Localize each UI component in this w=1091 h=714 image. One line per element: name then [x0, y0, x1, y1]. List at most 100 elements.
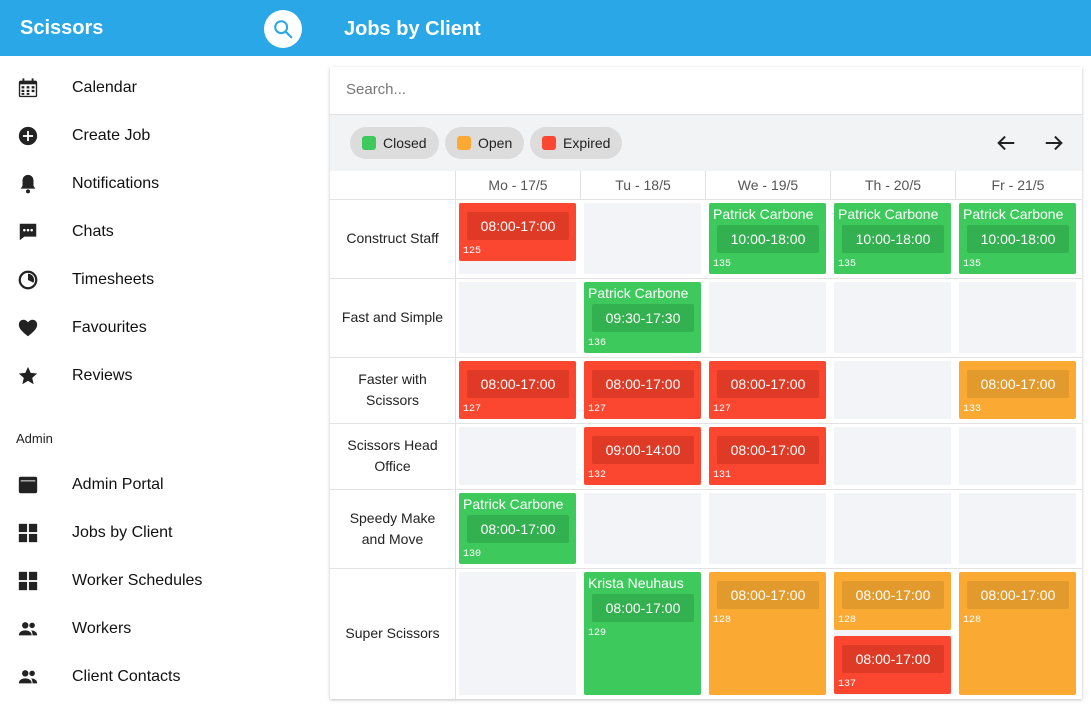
job-card[interactable]: Krista Neuhaus 08:00-17:00 129	[584, 572, 701, 695]
day-cell[interactable]	[459, 572, 576, 695]
job-card[interactable]: Patrick Carbone 10:00-18:00 135	[709, 203, 826, 274]
job-time: 09:30-17:30	[592, 304, 694, 332]
job-card[interactable]: 08:00-17:00 128	[959, 572, 1076, 695]
day-cell[interactable]	[959, 427, 1076, 485]
job-id: 135	[713, 259, 732, 270]
nav-label: Timesheets	[72, 271, 155, 288]
day-cell[interactable]	[709, 493, 826, 564]
client-name: Construct Staff	[346, 230, 439, 246]
job-card[interactable]: Patrick Carbone 09:30-17:30 136	[584, 282, 701, 353]
chip-label: Open	[478, 135, 513, 151]
client-name: Faster with Scissors	[358, 371, 427, 408]
filter-chip-expired[interactable]: Expired	[530, 127, 623, 159]
job-card[interactable]: 08:00-17:00 133	[959, 361, 1076, 419]
chat-icon	[16, 220, 40, 244]
job-card[interactable]: 08:00-17:00 137	[834, 636, 951, 694]
day-cell[interactable]	[959, 282, 1076, 353]
day-cell[interactable]	[834, 493, 951, 564]
nav-label: Jobs by Client	[72, 524, 173, 541]
day-header: Th - 20/5	[830, 171, 955, 199]
nav-item-client-contacts[interactable]: Client Contacts	[0, 653, 320, 701]
search-input[interactable]	[346, 81, 1046, 98]
next-week-button[interactable]	[1042, 131, 1066, 155]
job-card[interactable]: Patrick Carbone 10:00-18:00 135	[959, 203, 1076, 274]
calendar-icon	[16, 76, 40, 100]
job-time: 08:00-17:00	[592, 370, 694, 398]
nav-item-admin-portal[interactable]: Admin Portal	[0, 461, 320, 509]
nav-item-create-job[interactable]: Create Job	[0, 112, 320, 160]
job-id: 133	[963, 404, 982, 415]
nav-item-chats[interactable]: Chats	[0, 208, 320, 256]
job-id: 130	[463, 549, 482, 560]
job-time: 08:00-17:00	[717, 436, 819, 464]
day-cell[interactable]	[834, 282, 951, 353]
client-name: Fast and Simple	[341, 309, 444, 325]
search-bar	[330, 67, 1082, 115]
day-cell[interactable]	[834, 427, 951, 485]
chip-label: Closed	[383, 135, 427, 151]
job-card[interactable]: 09:00-14:00 132	[584, 427, 701, 485]
job-card[interactable]: 08:00-17:00 128	[834, 572, 951, 630]
status-swatch	[542, 136, 556, 150]
nav-item-workers[interactable]: Workers	[0, 605, 320, 653]
job-card[interactable]: 08:00-17:00 127	[709, 361, 826, 419]
worker-name: Patrick Carbone	[713, 206, 814, 222]
nav-item-calendar[interactable]: Calendar	[0, 64, 320, 112]
job-id: 125	[463, 246, 482, 257]
job-card[interactable]: 08:00-17:00 125	[459, 203, 576, 261]
job-id: 128	[963, 615, 982, 626]
status-swatch	[362, 136, 376, 150]
sidebar: Calendar Create Job Notifications Chats …	[0, 56, 320, 714]
job-time: 08:00-17:00	[592, 594, 694, 622]
day-cell[interactable]	[459, 282, 576, 353]
day-cell[interactable]	[459, 427, 576, 485]
job-card[interactable]: 08:00-17:00 131	[709, 427, 826, 485]
filter-chip-open[interactable]: Open	[445, 127, 525, 159]
job-id: 127	[713, 404, 732, 415]
job-id: 135	[838, 259, 857, 270]
day-cell[interactable]	[584, 493, 701, 564]
job-id: 127	[588, 404, 607, 415]
nav-label: Client Contacts	[72, 668, 181, 685]
client-name: Super Scissors	[345, 625, 440, 641]
job-id: 131	[713, 470, 732, 481]
job-time: 08:00-17:00	[842, 581, 944, 609]
worker-name: Patrick Carbone	[588, 285, 689, 301]
job-card[interactable]: 08:00-17:00 127	[459, 361, 576, 419]
nav-item-timesheets[interactable]: Timesheets	[0, 256, 320, 304]
search-button[interactable]	[264, 10, 302, 48]
chip-label: Expired	[563, 135, 611, 151]
nav-item-worker-schedules[interactable]: Worker Schedules	[0, 557, 320, 605]
job-time: 08:00-17:00	[467, 370, 569, 398]
status-swatch	[457, 136, 471, 150]
job-time: 10:00-18:00	[717, 225, 819, 253]
nav-label: Chats	[72, 223, 114, 240]
worker-name: Patrick Carbone	[963, 206, 1064, 222]
day-cell[interactable]	[709, 282, 826, 353]
nav-item-reviews[interactable]: Reviews	[0, 352, 320, 400]
nav-item-jobs-by-client[interactable]: Jobs by Client	[0, 509, 320, 557]
app-title: Scissors	[20, 17, 104, 39]
day-cell[interactable]	[959, 493, 1076, 564]
arrow-right-icon	[1045, 135, 1063, 151]
nav-item-favourites[interactable]: Favourites	[0, 304, 320, 352]
filter-bar: Closed Open Expired	[330, 115, 1082, 171]
nav-label: Worker Schedules	[72, 572, 203, 589]
job-id: 136	[588, 338, 607, 349]
day-header: Mo - 17/5	[455, 171, 580, 199]
previous-week-button[interactable]	[994, 131, 1018, 155]
job-time: 08:00-17:00	[717, 370, 819, 398]
day-cell[interactable]	[584, 203, 701, 274]
worker-name: Krista Neuhaus	[588, 575, 684, 591]
job-id: 135	[963, 259, 982, 270]
filter-chip-closed[interactable]: Closed	[350, 127, 439, 159]
job-card[interactable]: 08:00-17:00 127	[584, 361, 701, 419]
nav-item-notifications[interactable]: Notifications	[0, 160, 320, 208]
job-time: 08:00-17:00	[967, 370, 1069, 398]
job-card[interactable]: Patrick Carbone 08:00-17:00 130	[459, 493, 576, 564]
day-cell[interactable]	[834, 361, 951, 419]
nav-label: Notifications	[72, 175, 160, 192]
star-icon	[16, 364, 40, 388]
job-card[interactable]: Patrick Carbone 10:00-18:00 135	[834, 203, 951, 274]
job-card[interactable]: 08:00-17:00 128	[709, 572, 826, 695]
